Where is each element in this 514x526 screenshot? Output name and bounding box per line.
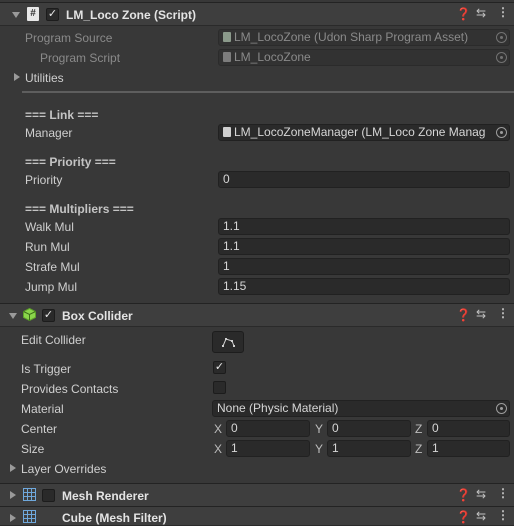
- center-label: Center: [21, 422, 58, 436]
- help-icon[interactable]: ❓: [456, 7, 471, 21]
- run-mul-label: Run Mul: [25, 240, 70, 254]
- multipliers-header: === Multipliers ===: [25, 202, 134, 216]
- center-x-field[interactable]: 0: [226, 420, 310, 437]
- center-x-label[interactable]: X: [214, 422, 222, 436]
- foldout-arrow-icon[interactable]: [9, 313, 17, 319]
- box-collider-icon: [23, 307, 36, 322]
- walk-mul-label: Walk Mul: [25, 220, 74, 234]
- utilities-foldout[interactable]: Utilities: [25, 71, 64, 85]
- material-field[interactable]: None (Physic Material): [212, 400, 510, 417]
- mesh-renderer-header[interactable]: Mesh Renderer ❓ ⇆ ⋮: [0, 483, 514, 507]
- script-component-header[interactable]: # ✓ LM_Loco Zone (Script) ❓ ⇆ ⋮: [0, 2, 514, 26]
- context-menu-icon[interactable]: ⋮: [497, 486, 509, 500]
- size-x-label[interactable]: X: [214, 442, 222, 456]
- layer-overrides-foldout-icon[interactable]: [10, 464, 16, 472]
- preset-icon[interactable]: ⇆: [476, 307, 486, 321]
- object-picker-icon[interactable]: [496, 403, 507, 414]
- priority-field[interactable]: 0: [218, 171, 510, 188]
- help-icon[interactable]: ❓: [456, 308, 471, 322]
- asset-icon: [223, 32, 231, 42]
- mesh-filter-icon: [23, 510, 36, 523]
- script-enabled-checkbox[interactable]: ✓: [46, 8, 59, 21]
- foldout-arrow-icon[interactable]: [12, 12, 20, 18]
- preset-icon[interactable]: ⇆: [476, 6, 486, 20]
- provides-contacts-checkbox[interactable]: [213, 381, 226, 394]
- object-picker-icon: [496, 52, 507, 63]
- strafe-mul-label: Strafe Mul: [25, 260, 80, 274]
- utilities-foldout-icon[interactable]: [14, 73, 20, 81]
- jump-mul-label: Jump Mul: [25, 280, 78, 294]
- strafe-mul-field[interactable]: 1: [218, 258, 510, 275]
- object-picker-icon: [496, 32, 507, 43]
- mesh-renderer-enabled-checkbox[interactable]: [42, 489, 55, 502]
- size-z-field[interactable]: 1: [427, 440, 510, 457]
- edit-collider-label: Edit Collider: [21, 333, 86, 347]
- mesh-renderer-title: Mesh Renderer: [62, 489, 149, 503]
- size-y-field[interactable]: 1: [327, 440, 411, 457]
- center-y-field[interactable]: 0: [327, 420, 411, 437]
- size-label: Size: [21, 442, 45, 456]
- mesh-renderer-icon: [23, 488, 36, 501]
- size-x-field[interactable]: 1: [226, 440, 310, 457]
- edit-bounds-icon: [222, 338, 235, 347]
- jump-mul-field[interactable]: 1.15: [218, 278, 510, 295]
- foldout-arrow-icon[interactable]: [10, 514, 16, 522]
- script-file-icon: [223, 52, 231, 62]
- center-z-label[interactable]: Z: [415, 422, 422, 436]
- center-z-field[interactable]: 0: [427, 420, 510, 437]
- box-collider-header[interactable]: ✓ Box Collider ❓ ⇆ ⋮: [0, 303, 514, 327]
- script-icon: #: [27, 7, 39, 21]
- link-header: === Link ===: [25, 108, 99, 122]
- priority-header: === Priority ===: [25, 155, 116, 169]
- program-source-field: LM_LocoZone (Udon Sharp Program Asset): [218, 29, 510, 46]
- separator: [22, 91, 514, 93]
- mesh-filter-title: Cube (Mesh Filter): [62, 511, 167, 525]
- help-icon[interactable]: ❓: [456, 510, 471, 524]
- provides-contacts-label: Provides Contacts: [21, 382, 119, 396]
- box-collider-enabled-checkbox[interactable]: ✓: [42, 309, 55, 322]
- context-menu-icon[interactable]: ⋮: [497, 5, 509, 19]
- size-y-label[interactable]: Y: [315, 442, 323, 456]
- script-file-icon: [223, 127, 231, 137]
- program-source-label: Program Source: [25, 31, 113, 45]
- foldout-arrow-icon[interactable]: [10, 491, 16, 499]
- size-z-label[interactable]: Z: [415, 442, 422, 456]
- center-y-label[interactable]: Y: [315, 422, 323, 436]
- box-collider-title: Box Collider: [62, 309, 133, 323]
- object-picker-icon[interactable]: [496, 127, 507, 138]
- edit-collider-button[interactable]: [212, 331, 244, 353]
- is-trigger-checkbox[interactable]: ✓: [213, 361, 226, 374]
- preset-icon[interactable]: ⇆: [476, 509, 486, 523]
- manager-field[interactable]: LM_LocoZoneManager (LM_Loco Zone Manag: [218, 124, 510, 141]
- help-icon[interactable]: ❓: [456, 488, 471, 502]
- walk-mul-field[interactable]: 1.1: [218, 218, 510, 235]
- is-trigger-label: Is Trigger: [21, 362, 72, 376]
- manager-label: Manager: [25, 126, 73, 140]
- context-menu-icon[interactable]: ⋮: [497, 306, 509, 320]
- material-label: Material: [21, 402, 64, 416]
- context-menu-icon[interactable]: ⋮: [497, 508, 509, 522]
- layer-overrides-foldout[interactable]: Layer Overrides: [21, 462, 106, 476]
- priority-label: Priority: [25, 173, 63, 187]
- preset-icon[interactable]: ⇆: [476, 487, 486, 501]
- run-mul-field[interactable]: 1.1: [218, 238, 510, 255]
- program-script-label: Program Script: [40, 51, 121, 65]
- mesh-filter-header[interactable]: Cube (Mesh Filter) ❓ ⇆ ⋮: [0, 506, 514, 526]
- script-component-title: LM_Loco Zone (Script): [66, 8, 196, 22]
- program-script-field: LM_LocoZone: [218, 49, 510, 66]
